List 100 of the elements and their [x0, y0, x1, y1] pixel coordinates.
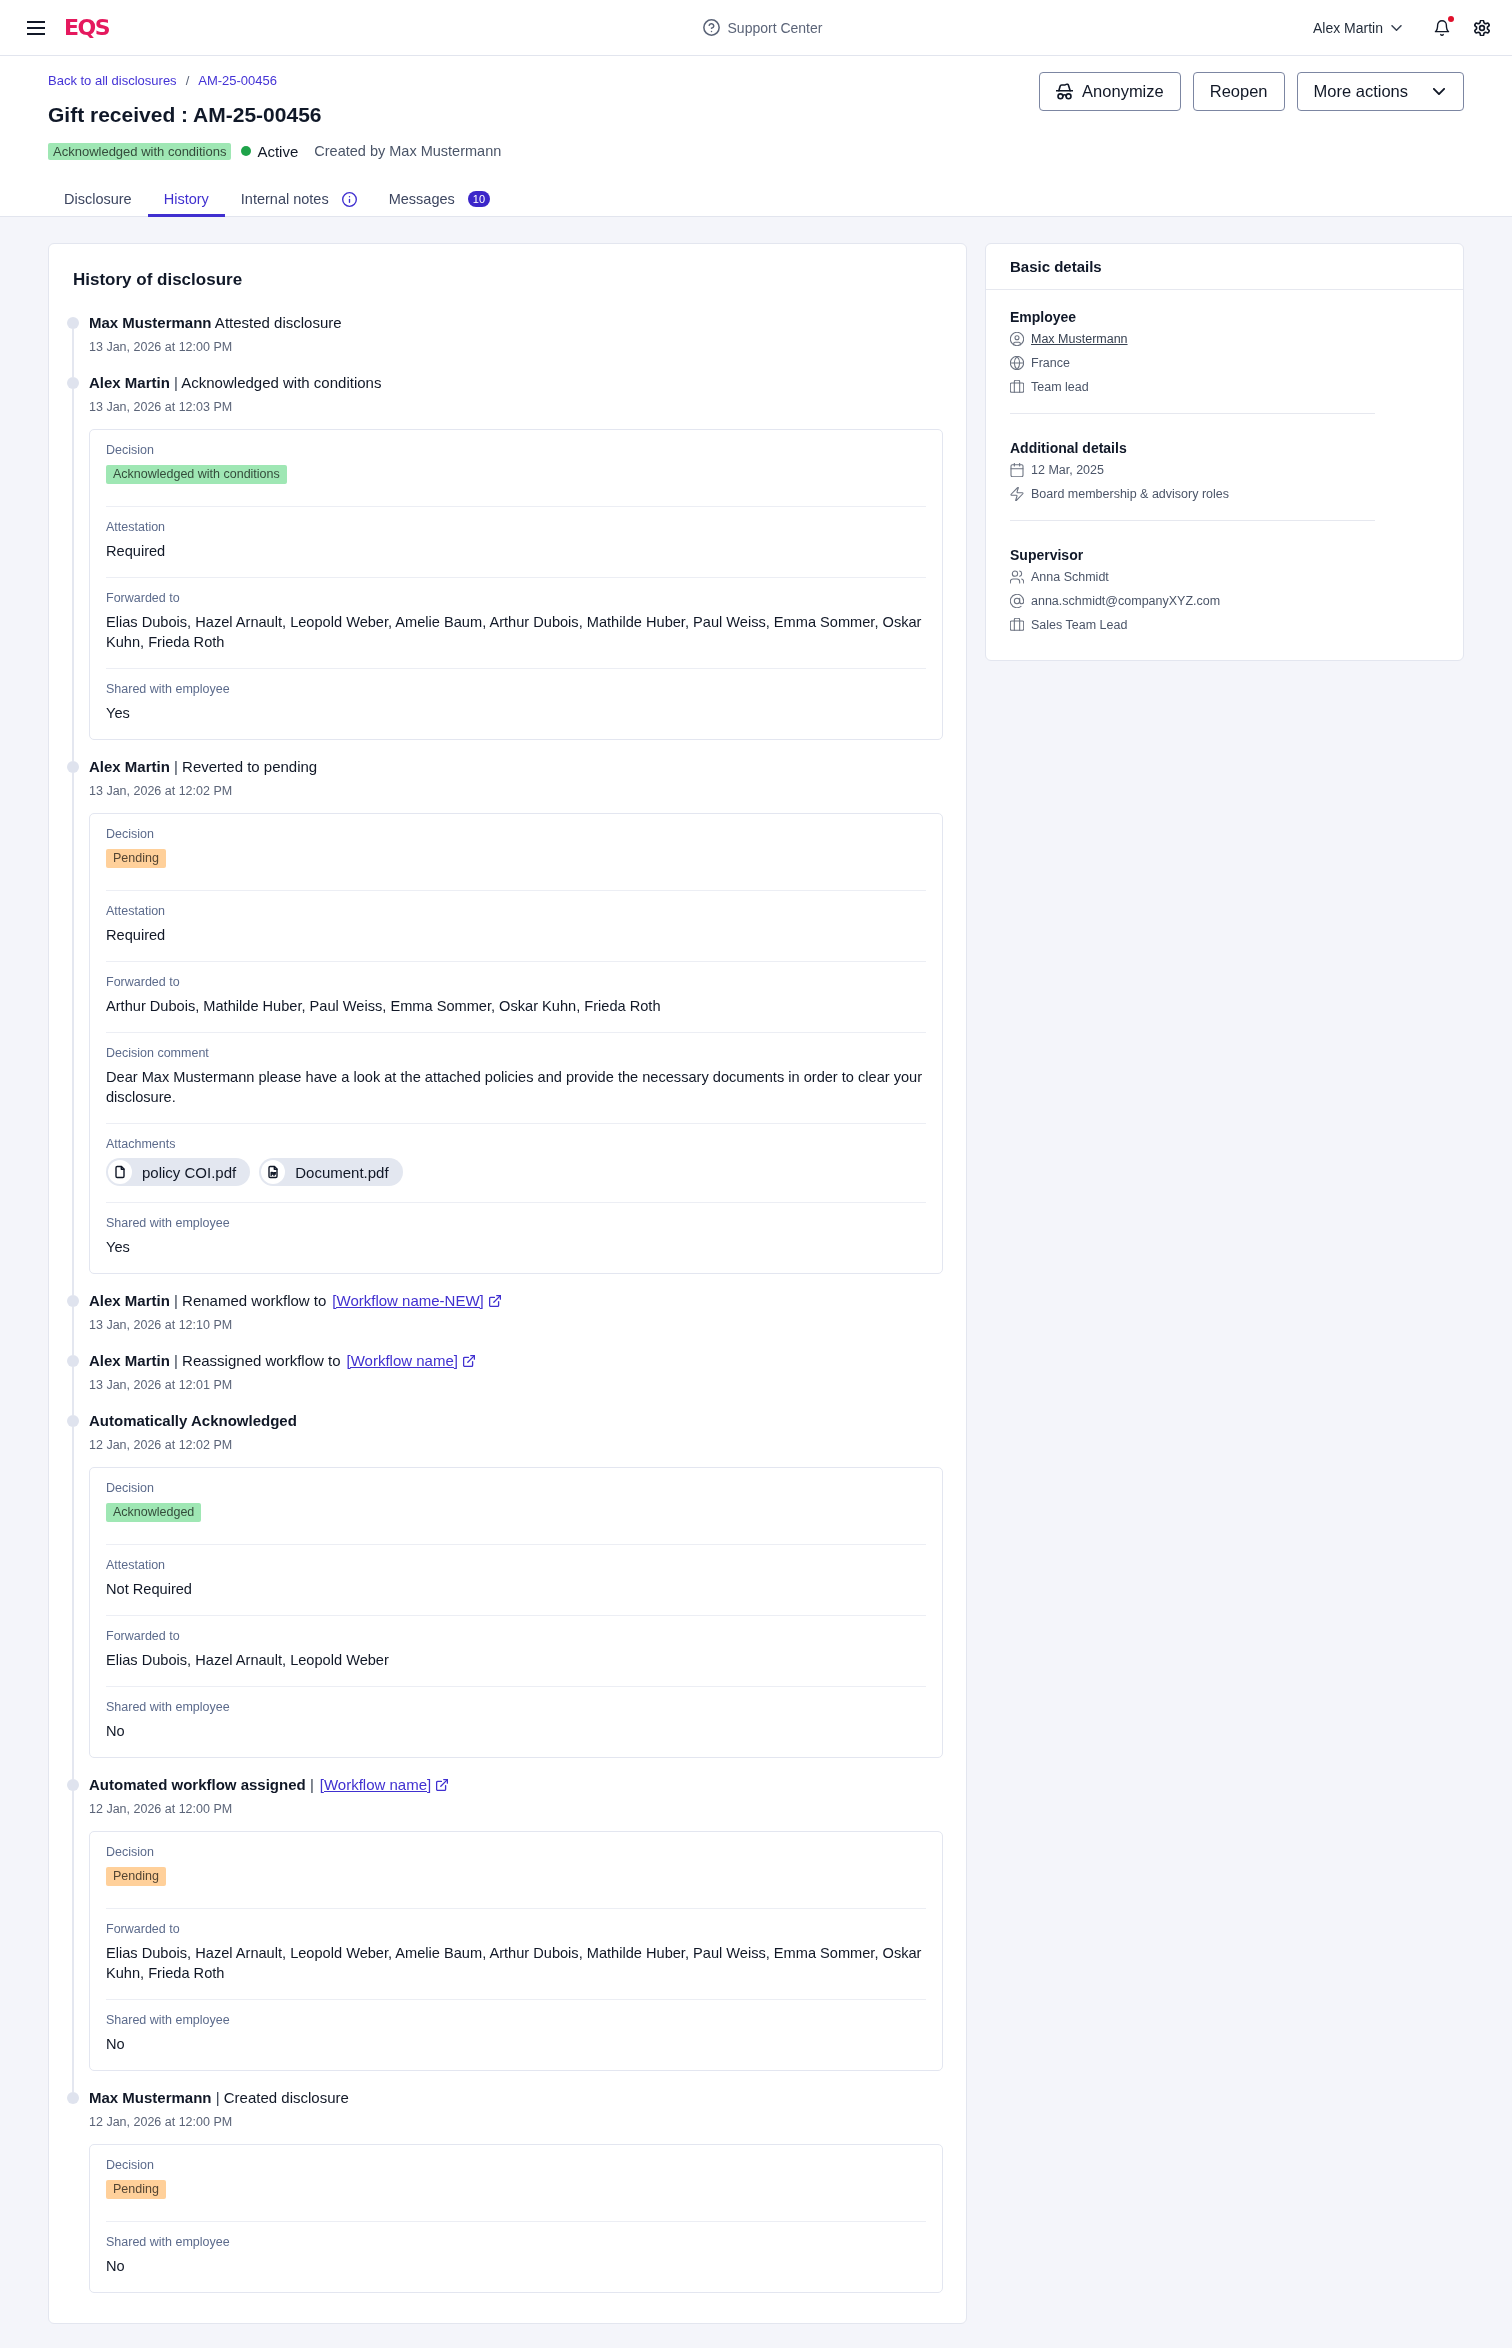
field-label: Decision [106, 1844, 155, 1860]
entry-date: 13 Jan, 2026 at 12:03 PM [89, 399, 234, 416]
field-label: Attestation [106, 1557, 167, 1573]
logo[interactable]: EQS [64, 14, 110, 41]
field-label: Shared with employee [106, 1699, 231, 1715]
detail-text: France [1031, 356, 1070, 370]
field-label: Forwarded to [106, 1628, 181, 1644]
field-value: Arthur Dubois, Mathilde Huber, Paul Weiss, Emma Sommer, Oskar Kuhn, Frieda Roth [106, 997, 662, 1016]
card-title: History of disclosure [73, 269, 244, 291]
tab[interactable]: Disclosure [48, 184, 148, 217]
field-value: Required [106, 926, 167, 945]
entry-date: 12 Jan, 2026 at 12:00 PM [89, 2114, 234, 2131]
entry-date: 13 Jan, 2026 at 12:10 PM [89, 1317, 234, 1334]
detail-text: Sales Team Lead [1031, 618, 1128, 632]
created-by-text: Created by Max Mustermann [314, 143, 502, 159]
chevron-down-icon [1391, 24, 1402, 31]
field-value: Yes [106, 1238, 131, 1257]
field-label: Forwarded to [106, 974, 181, 990]
timeline-dot [67, 1295, 79, 1307]
hat-glasses-icon [1056, 83, 1074, 100]
field-label: Shared with employee [106, 2012, 231, 2028]
detail-text: 12 Mar, 2025 [1031, 463, 1104, 477]
more-actions-button[interactable]: More actions [1296, 72, 1464, 111]
field-value: Dear Max Mustermann please have a look at the attached policies and provide the necessary documents in order to clear your disclosure. [106, 1068, 924, 1107]
timeline-dot [67, 317, 79, 329]
tab[interactable]: History [147, 184, 225, 217]
attachment-chip[interactable]: policy COI.pdf [106, 1158, 251, 1186]
entry-date: 12 Jan, 2026 at 12:02 PM [89, 1437, 234, 1454]
field-value: Elias Dubois, Hazel Arnault, Leopold Weber [106, 1651, 390, 1670]
entry-title: Automatically Acknowledged [89, 1411, 297, 1431]
entry-title: Alex Martin | Acknowledged with conditions [89, 373, 382, 393]
entry-title: Alex Martin | Renamed workflow to [89, 1291, 327, 1311]
field-value: Required [106, 542, 167, 561]
timeline-dot [67, 761, 79, 773]
detail-text: Anna Schmidt [1031, 570, 1109, 584]
field-label: Decision [106, 442, 155, 458]
globe-icon [1010, 356, 1024, 370]
support-center-link[interactable]: Support Center [702, 19, 823, 36]
timeline-dot [67, 377, 79, 389]
decision-badge: Pending [106, 2180, 166, 2199]
file-icon [108, 1160, 132, 1184]
breadcrumb-separator: / [185, 73, 190, 89]
entry-date: 13 Jan, 2026 at 12:02 PM [89, 783, 234, 800]
briefcase-icon [1010, 380, 1024, 394]
users-icon [1010, 570, 1024, 584]
settings-button[interactable] [1474, 19, 1490, 36]
info-icon [341, 191, 357, 207]
field-label: Attestation [106, 903, 167, 919]
field-value: No [106, 2257, 126, 2276]
menu-button[interactable] [27, 20, 45, 35]
entry-title: Alex Martin | Reassigned workflow to [89, 1351, 341, 1371]
field-value: Not Required [106, 1580, 193, 1599]
action-button[interactable]: Reopen [1192, 72, 1285, 111]
employee-link[interactable]: Max Mustermann [1031, 332, 1128, 346]
field-label: Shared with employee [106, 681, 231, 697]
card-title: Basic details [1010, 258, 1102, 275]
field-value: No [106, 2035, 126, 2054]
field-label: Decision [106, 1480, 155, 1496]
section-title: Supervisor [1010, 546, 1085, 565]
field-label: Attestation [106, 519, 167, 535]
entry-title: Max Mustermann Attested disclosure [89, 313, 342, 333]
attachment-chip[interactable]: Document.pdf [259, 1158, 403, 1186]
field-label: Attachments [106, 1136, 177, 1152]
action-button[interactable]: Anonymize [1039, 72, 1181, 111]
timeline-dot [67, 1355, 79, 1367]
user-menu[interactable]: Alex Martin [1312, 19, 1402, 36]
workflow-link[interactable]: [Workflow name] [346, 1350, 475, 1372]
breadcrumb-link[interactable]: AM-25-00456 [198, 73, 278, 89]
detail-text: anna.schmidt@companyXYZ.com [1031, 594, 1221, 608]
entry-title: Max Mustermann | Created disclosure [89, 2088, 349, 2108]
detail-text: Team lead [1031, 380, 1089, 394]
field-label: Shared with employee [106, 2234, 231, 2250]
field-label: Decision comment [106, 1045, 210, 1061]
field-label: Shared with employee [106, 1215, 231, 1231]
tab[interactable]: Internal notes [224, 184, 373, 217]
entry-date: 12 Jan, 2026 at 12:00 PM [89, 1801, 234, 1818]
section-title: Additional details [1010, 439, 1128, 458]
settings-icon [1474, 19, 1490, 36]
status-label: Active [257, 142, 299, 160]
entry-date: 13 Jan, 2026 at 12:00 PM [89, 339, 234, 356]
page-title: Gift received : AM-25-00456 [48, 102, 323, 128]
briefcase-icon [1010, 618, 1024, 632]
workflow-link[interactable]: [Workflow name] [319, 1774, 449, 1796]
tab[interactable]: Messages 10 [372, 184, 507, 217]
count-badge: 10 [467, 191, 491, 207]
decision-badge: Acknowledged with conditions [106, 465, 287, 484]
timeline-dot [67, 2092, 79, 2104]
field-label: Decision [106, 826, 155, 842]
field-value: No [106, 1722, 126, 1741]
document-icon [261, 1160, 286, 1184]
decision-badge: Pending [106, 849, 166, 868]
external-link-icon [488, 1295, 501, 1307]
lightning-icon [1010, 487, 1024, 501]
detail-text: Board membership & advisory roles [1031, 487, 1229, 501]
entry-date: 13 Jan, 2026 at 12:01 PM [89, 1377, 234, 1394]
status-badge: Acknowledged with conditions [48, 142, 232, 160]
field-label: Forwarded to [106, 1921, 181, 1937]
field-label: Decision [106, 2157, 155, 2173]
breadcrumb-link[interactable]: Back to all disclosures [48, 73, 177, 89]
workflow-link[interactable]: [Workflow name-NEW] [332, 1290, 501, 1312]
